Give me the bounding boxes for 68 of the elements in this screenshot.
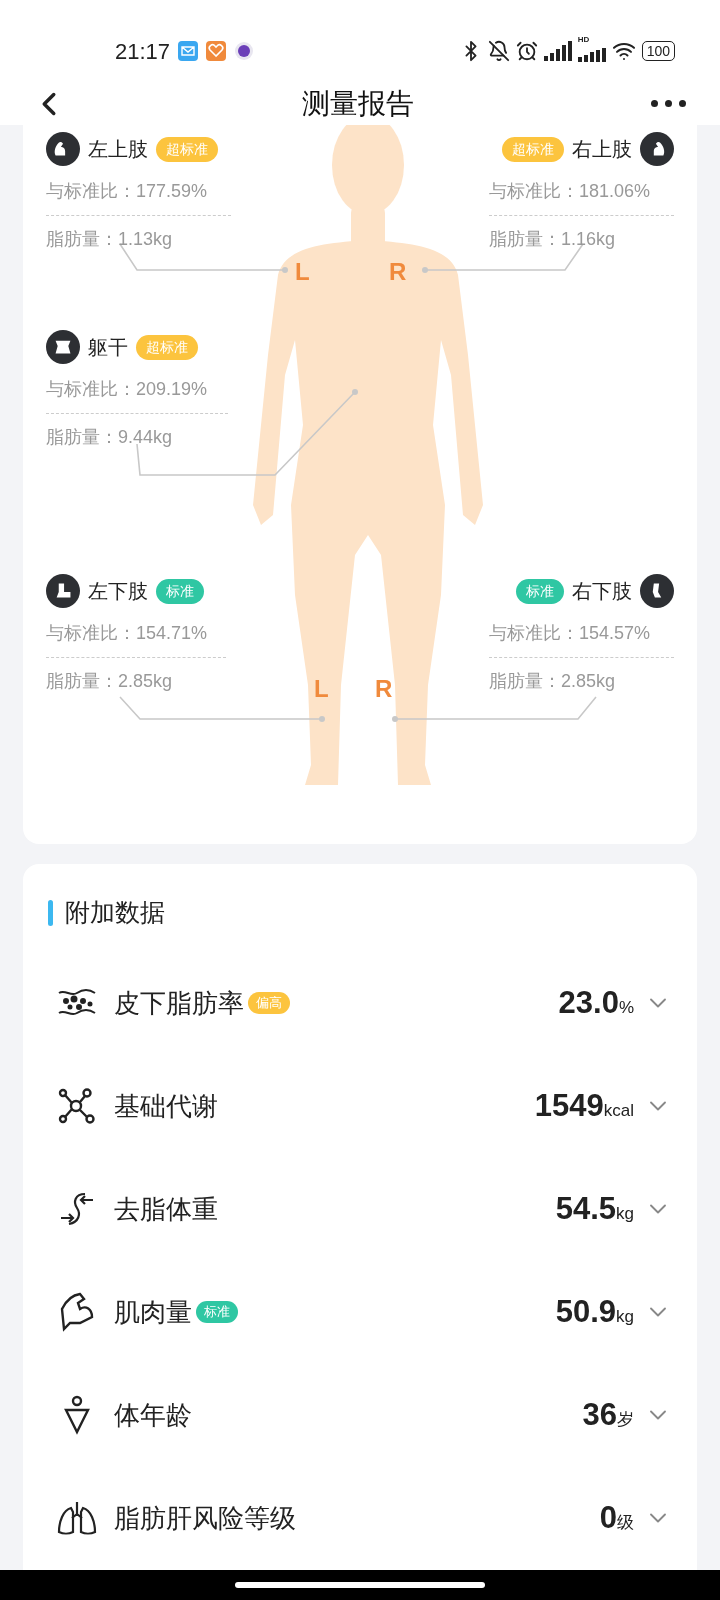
- metric-value: 23.0%: [558, 983, 634, 1022]
- standard-ratio: 与标准比：154.71%: [46, 622, 209, 645]
- segment-name: 左上肢: [88, 137, 148, 162]
- metric-row[interactable]: 基础代谢 1549kcal: [48, 1054, 672, 1158]
- fat-mass: 脂肪量：9.44kg: [46, 426, 174, 449]
- body-age-icon: [62, 1395, 92, 1435]
- fat-layer-icon: [57, 988, 97, 1018]
- metric-row[interactable]: 体年龄 36岁: [48, 1363, 672, 1467]
- side-marker: R: [375, 677, 393, 701]
- side-marker: L: [295, 260, 310, 284]
- metric-value: 50.9kg: [555, 1292, 634, 1331]
- segment-name: 躯干: [88, 335, 128, 360]
- status-badge: 超标准: [136, 334, 198, 360]
- fat-mass: 脂肪量：1.16kg: [489, 228, 617, 251]
- fat-mass: 脂肪量：1.13kg: [46, 228, 174, 251]
- standard-ratio: 与标准比：181.06%: [489, 180, 652, 203]
- leg-icon: [46, 574, 80, 608]
- metric-value: 54.5kg: [555, 1189, 634, 1228]
- metric-value: 0级: [599, 1498, 634, 1537]
- heart-app-icon: [206, 41, 227, 61]
- metric-row[interactable]: 去脂体重 54.5kg: [48, 1157, 672, 1261]
- status-badge: 超标准: [156, 136, 218, 162]
- lungs-icon: [57, 1500, 97, 1536]
- standard-ratio: 与标准比：177.59%: [46, 180, 209, 203]
- alarm-icon: [515, 40, 538, 62]
- metric-row[interactable]: 皮下脂肪率 偏高 23.0%: [48, 951, 672, 1055]
- mute-icon: [487, 40, 510, 62]
- metric-label: 肌肉量: [114, 1295, 192, 1329]
- arm-icon: [640, 132, 674, 166]
- metric-value: 1549kcal: [534, 1086, 634, 1125]
- clock: 21:17: [115, 37, 171, 66]
- metric-label: 去脂体重: [114, 1192, 218, 1226]
- torso-icon: [46, 330, 80, 364]
- segment-name: 左下肢: [88, 579, 148, 604]
- metric-row[interactable]: 脂肪肝风险等级 0级: [48, 1466, 672, 1570]
- side-marker: R: [389, 260, 407, 284]
- accent-bar: [48, 899, 53, 926]
- page-title: 测量报告: [302, 86, 414, 121]
- status-badge: 超标准: [502, 136, 564, 162]
- status-badge: 偏高: [248, 992, 290, 1014]
- fat-mass: 脂肪量：2.85kg: [46, 670, 174, 693]
- status-badge: 标准: [196, 1301, 238, 1323]
- curve-arrows-icon: [59, 1190, 95, 1228]
- metric-row[interactable]: 肌肉量 标准 50.9kg: [48, 1260, 672, 1364]
- status-badge: 标准: [516, 578, 564, 604]
- arm-icon: [46, 132, 80, 166]
- segment-name: 右下肢: [572, 579, 632, 604]
- leg-icon: [640, 574, 674, 608]
- fat-mass: 脂肪量：2.85kg: [489, 670, 617, 693]
- section-title: 附加数据: [65, 897, 165, 928]
- network-label: HD: [577, 36, 590, 44]
- segment-name: 右上肢: [572, 137, 632, 162]
- molecule-icon: [58, 1088, 96, 1124]
- status-badge: 标准: [156, 578, 204, 604]
- signal-icon: [577, 48, 606, 62]
- camera-app-icon: [234, 41, 255, 61]
- side-marker: L: [314, 677, 329, 701]
- metric-label: 基础代谢: [114, 1089, 218, 1123]
- battery-icon: 100: [641, 41, 675, 61]
- metric-label: 皮下脂肪率: [114, 986, 244, 1020]
- mail-app-icon: [178, 41, 199, 61]
- muscle-arm-icon: [58, 1291, 96, 1333]
- standard-ratio: 与标准比：154.57%: [489, 622, 652, 645]
- metric-value: 36岁: [582, 1395, 634, 1434]
- metric-label: 脂肪肝风险等级: [114, 1501, 296, 1535]
- standard-ratio: 与标准比：209.19%: [46, 378, 209, 401]
- signal-icon: [543, 41, 572, 61]
- metric-label: 体年龄: [114, 1398, 192, 1432]
